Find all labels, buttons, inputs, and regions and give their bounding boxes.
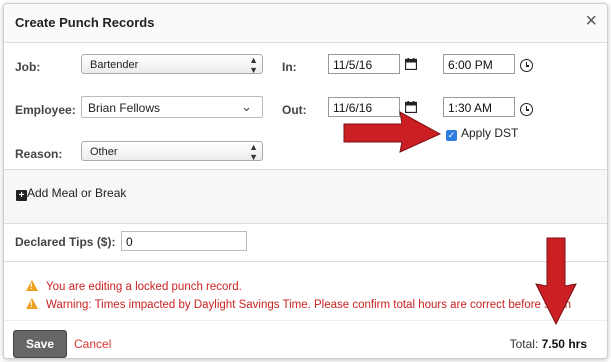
add-meal-break-label: Add Meal or Break (27, 186, 127, 200)
close-icon[interactable]: × (585, 11, 597, 31)
declared-tips-input[interactable]: 0 (121, 231, 247, 251)
reason-label: Reason: (15, 147, 63, 161)
reason-select-value: Other (90, 146, 118, 158)
create-punch-dialog: Create Punch Records × Job: Bartender ▲ ▼… (3, 3, 608, 359)
warning-text: Warning: Times impacted by Daylight Savi… (46, 299, 571, 311)
calendar-icon[interactable] (405, 58, 417, 70)
warning-icon: ! (26, 298, 38, 309)
plus-icon: + (16, 190, 27, 201)
total-value: 7.50 hrs (541, 337, 587, 351)
save-button[interactable]: Save (13, 330, 67, 358)
declared-tips-label: Declared Tips ($): (15, 235, 116, 249)
in-label: In: (282, 60, 297, 74)
employee-select-value: Brian Fellows (88, 101, 161, 115)
add-meal-break-button[interactable]: + Add Meal or Break (16, 186, 126, 201)
warning-icon: ! (26, 280, 38, 291)
in-date-input[interactable]: 11/5/16 (328, 54, 400, 74)
job-label: Job: (15, 60, 41, 74)
warning-text: You are editing a locked punch record. (46, 281, 242, 293)
out-time-input[interactable]: 1:30 AM (443, 97, 515, 117)
total-hours: Total: 7.50 hrs (510, 337, 587, 351)
dst-warning: ! Warning: Times impacted by Daylight Sav… (26, 298, 571, 311)
divider (4, 320, 607, 321)
reason-select[interactable]: Other ▲ ▼ (81, 141, 263, 162)
dialog-header: Create Punch Records × (4, 4, 607, 43)
red-arrow (343, 111, 442, 153)
employee-label: Employee: (15, 103, 76, 117)
checkbox-checked-icon[interactable]: ✓ (446, 130, 457, 141)
employee-select[interactable]: Brian Fellows ⌄ (81, 96, 263, 118)
apply-dst-label: Apply DST (461, 126, 519, 140)
dialog-title: Create Punch Records (15, 15, 155, 30)
clock-icon[interactable] (520, 103, 533, 116)
chevron-down-icon: ⌄ (241, 99, 252, 114)
job-select[interactable]: Bartender ▲ ▼ (81, 54, 263, 75)
apply-dst-checkbox[interactable]: ✓ Apply DST (446, 126, 518, 141)
cancel-link[interactable]: Cancel (74, 337, 111, 351)
total-label: Total: (509, 337, 539, 351)
job-select-value: Bartender (90, 59, 139, 71)
red-arrow (535, 237, 577, 326)
out-label: Out: (282, 103, 307, 117)
divider (4, 261, 607, 262)
locked-record-warning: ! You are editing a locked punch record. (26, 280, 242, 293)
select-arrows-icon: ▲ ▼ (249, 55, 258, 75)
select-arrows-icon: ▲ ▼ (249, 142, 258, 162)
clock-icon[interactable] (520, 59, 533, 72)
in-time-input[interactable]: 6:00 PM (443, 54, 515, 74)
